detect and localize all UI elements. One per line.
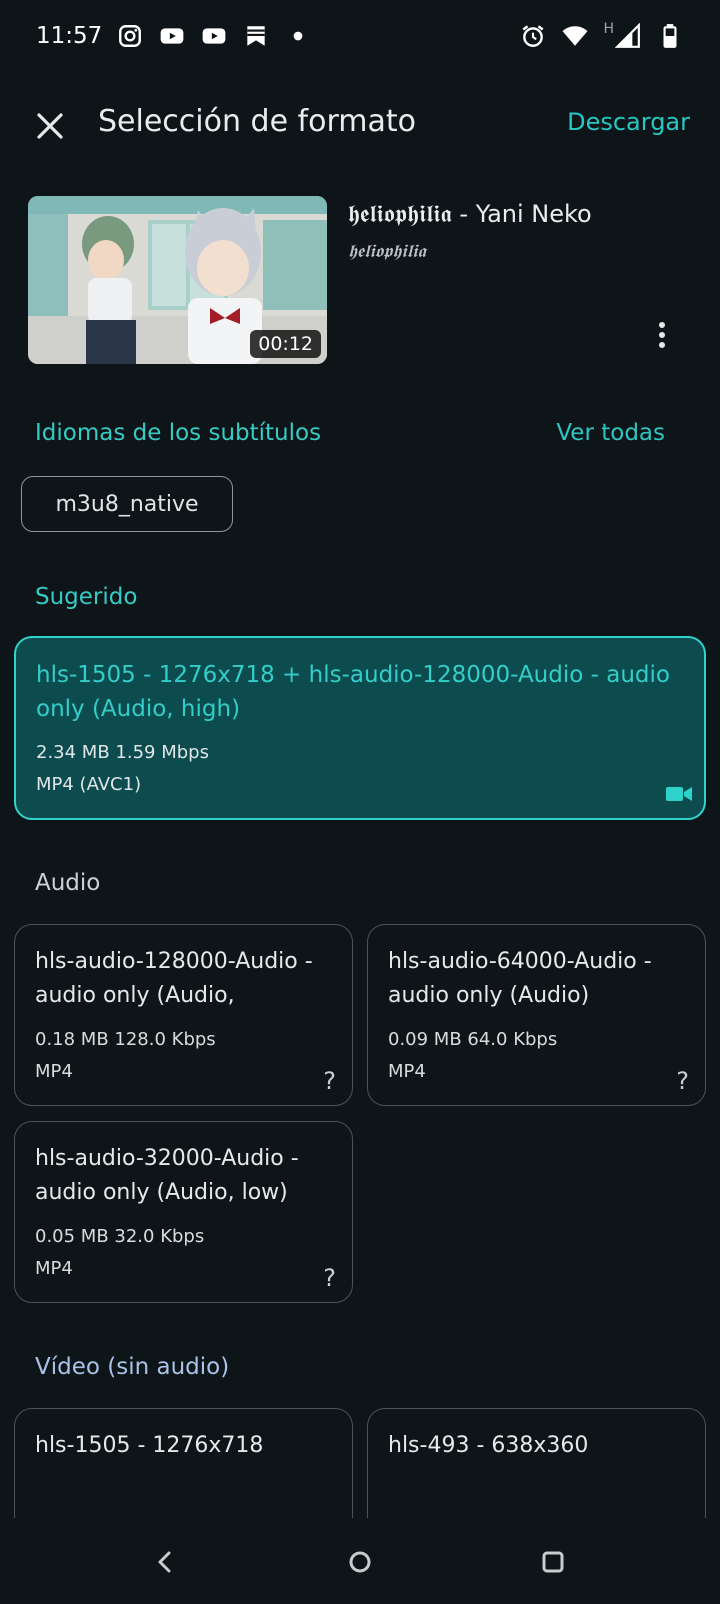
status-left: 11:57 xyxy=(36,22,312,50)
page-title: Selección de formato xyxy=(98,104,417,139)
format-container: MP4 (AVC1) xyxy=(36,774,142,795)
question-mark-icon: ? xyxy=(676,1067,689,1095)
status-right: H xyxy=(519,21,684,50)
download-button[interactable]: Descargar xyxy=(567,108,690,136)
notification-dot-icon xyxy=(284,22,312,50)
video-only-header: Vídeo (sin audio) xyxy=(35,1354,665,1380)
audio-format-card[interactable]: hls-audio-64000-Audio - audio only (Audi… xyxy=(367,924,706,1106)
alarm-icon xyxy=(519,22,547,50)
home-circle-icon xyxy=(349,1551,371,1573)
video-thumbnail[interactable]: 00:12 xyxy=(28,196,327,364)
format-title: hls-493 - 638x360 xyxy=(388,1433,589,1458)
question-mark-icon: ? xyxy=(323,1264,336,1292)
home-button[interactable] xyxy=(340,1542,380,1582)
recents-square-icon xyxy=(542,1551,564,1573)
wifi-icon xyxy=(561,22,589,50)
instagram-icon xyxy=(116,22,144,50)
suggested-header: Sugerido xyxy=(35,584,665,610)
bookmark-list-icon xyxy=(242,22,270,50)
videocam-icon xyxy=(666,787,692,801)
format-size-bitrate: 0.05 MB 32.0 Kbps xyxy=(35,1226,205,1247)
close-icon xyxy=(37,113,63,139)
format-container: MP4 xyxy=(388,1061,426,1082)
suggested-format-card[interactable]: hls-1505 - 1276x718 + hls-audio-128000-A… xyxy=(14,636,706,820)
duration-badge: 00:12 xyxy=(250,330,321,358)
format-size-bitrate: 2.34 MB 1.59 Mbps xyxy=(36,742,209,763)
format-title: hls-1505 - 1276x718 xyxy=(35,1433,264,1458)
system-nav-bar xyxy=(0,1518,720,1604)
audio-heading: Audio xyxy=(35,870,101,896)
suggested-heading: Sugerido xyxy=(35,584,138,610)
format-title: hls-audio-64000-Audio - audio only (Audi… xyxy=(388,949,652,1008)
format-size-bitrate: 0.18 MB 128.0 Kbps xyxy=(35,1029,216,1050)
network-type-label: H xyxy=(603,21,614,37)
subtitle-chip[interactable]: m3u8_native xyxy=(21,476,233,532)
back-button[interactable] xyxy=(145,1542,185,1582)
recents-button[interactable] xyxy=(533,1542,573,1582)
format-title: hls-1505 - 1276x718 + hls-audio-128000-A… xyxy=(36,662,670,722)
subtitles-heading: Idiomas de los subtítulos xyxy=(35,420,322,446)
audio-header: Audio xyxy=(35,870,665,896)
status-time: 11:57 xyxy=(36,23,103,49)
format-container: MP4 xyxy=(35,1258,73,1279)
signal-icon xyxy=(614,22,642,50)
format-size-bitrate: 0.09 MB 64.0 Kbps xyxy=(388,1029,558,1050)
format-container: MP4 xyxy=(35,1061,73,1082)
video-only-heading: Vídeo (sin audio) xyxy=(35,1354,230,1380)
status-bar: 11:57 H xyxy=(0,0,720,72)
back-chevron-icon xyxy=(158,1551,171,1573)
more-vert-icon xyxy=(659,322,665,348)
youtube-icon xyxy=(158,22,186,50)
see-all-button[interactable]: Ver todas xyxy=(556,420,665,446)
media-channel: 𝖍𝖊𝖑𝖎𝖔𝖕𝖍𝖎𝖑𝖎𝖆 xyxy=(348,241,426,262)
audio-format-card[interactable]: hls-audio-128000-Audio - audio only (Aud… xyxy=(14,924,353,1106)
youtube-icon xyxy=(200,22,228,50)
format-title: hls-audio-128000-Audio - audio only (Aud… xyxy=(35,949,313,1008)
audio-format-card[interactable]: hls-audio-32000-Audio - audio only (Audi… xyxy=(14,1121,353,1303)
media-title: 𝖍𝖊𝖑𝖎𝖔𝖕𝖍𝖎𝖑𝖎𝖆 - Yani Neko xyxy=(348,200,592,228)
app-bar: Selección de formato Descargar xyxy=(0,86,720,166)
more-options-button[interactable] xyxy=(652,320,672,350)
question-mark-icon: ? xyxy=(323,1067,336,1095)
subtitles-header: Idiomas de los subtítulos Ver todas xyxy=(35,420,665,446)
media-header: 00:12 𝖍𝖊𝖑𝖎𝖔𝖕𝖍𝖎𝖑𝖎𝖆 - Yani Neko 𝖍𝖊𝖑𝖎𝖔𝖕𝖍𝖎𝖑𝖎… xyxy=(28,196,692,364)
battery-icon xyxy=(656,22,684,50)
format-title: hls-audio-32000-Audio - audio only (Audi… xyxy=(35,1146,299,1205)
close-button[interactable] xyxy=(30,106,70,146)
